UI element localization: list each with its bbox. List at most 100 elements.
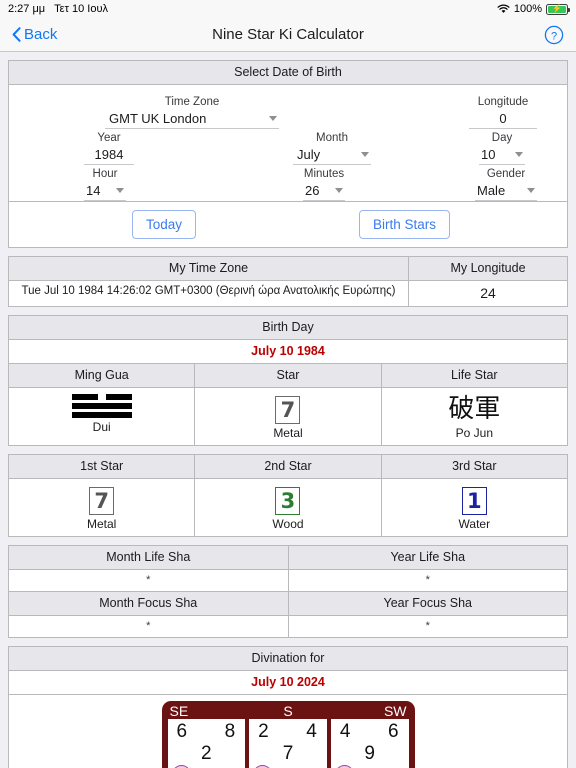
- year-life-sha-header: Year Life Sha: [287, 546, 567, 569]
- longitude-field[interactable]: Longitude 0: [469, 95, 537, 129]
- year-input[interactable]: 1984: [84, 146, 134, 165]
- back-button[interactable]: Back: [12, 26, 57, 43]
- focus-sha-header-row: Month Focus Sha Year Focus Sha: [9, 591, 567, 615]
- birth-stars-button[interactable]: Birth Stars: [359, 210, 451, 239]
- stars-value-row: 7 Metal 3 Wood 1 Water: [9, 478, 567, 536]
- lo-shu-row-top: 6 8 2 4 4 2 4 7 9 9 4 6: [167, 719, 409, 768]
- minutes-value: 26: [305, 183, 320, 198]
- divination-title: Divination for: [9, 647, 567, 671]
- gender-select[interactable]: Male: [475, 182, 537, 201]
- first-star-cell: 7 Metal: [9, 479, 195, 536]
- my-longitude-value: 24: [408, 281, 567, 306]
- cell-top-left-number: 6: [176, 721, 188, 742]
- question-circle-icon[interactable]: ?: [544, 25, 564, 45]
- month-label: Month: [316, 132, 348, 144]
- year-label: Year: [97, 132, 121, 144]
- minutes-label: Minutes: [303, 168, 345, 180]
- ming-gua-header: Ming Gua: [9, 364, 195, 387]
- status-bar: 2:27 μμ Τετ 10 Ιουλ 100% ⚡: [0, 0, 576, 18]
- day-select[interactable]: 10: [479, 146, 525, 165]
- cell-center-number: 2: [201, 743, 212, 764]
- status-bar-date: Τετ 10 Ιουλ: [54, 3, 108, 15]
- hour-select[interactable]: 14: [84, 182, 126, 201]
- first-star-element: Metal: [86, 517, 117, 531]
- first-star-number: 7: [89, 487, 115, 515]
- birth-star-element: Metal: [273, 426, 303, 440]
- minutes-field[interactable]: Minutes 26: [303, 167, 345, 201]
- form-row-timezone: Time Zone GMT UK London Longitude 0: [9, 87, 567, 129]
- focus-sha-value-row: * *: [9, 615, 567, 637]
- battery-percent-label: 100%: [513, 3, 542, 15]
- timezone-select[interactable]: GMT UK London: [105, 110, 279, 129]
- second-star-cell: 3 Wood: [194, 479, 381, 536]
- lo-shu-cell-sw[interactable]: 4 6 9 2 2: [330, 719, 409, 768]
- life-star-name: Po Jun: [455, 426, 493, 440]
- birth-form-title: Select Date of Birth: [9, 61, 567, 85]
- timezone-field[interactable]: Time Zone GMT UK London: [105, 95, 279, 129]
- svg-text:?: ?: [551, 30, 557, 42]
- my-longitude-header: My Longitude: [408, 257, 567, 280]
- life-star-glyph: 破軍: [448, 394, 501, 424]
- chevron-down-icon: [515, 151, 523, 157]
- birth-day-date: July 10 1984: [9, 340, 567, 364]
- hour-field[interactable]: Hour 14: [84, 167, 126, 201]
- day-field[interactable]: Day 10: [479, 131, 525, 165]
- month-field[interactable]: Month July: [293, 131, 371, 165]
- page-content: Select Date of Birth Time Zone GMT UK Lo…: [0, 52, 576, 768]
- birth-day-panel: Birth Day July 10 1984 Ming Gua Star Lif…: [8, 315, 568, 446]
- cell-top-right-number: 6: [387, 721, 399, 742]
- minutes-select[interactable]: 26: [303, 182, 345, 201]
- life-star-cell: 破軍 Po Jun: [380, 388, 567, 445]
- birth-star-cell: 7 Metal: [194, 388, 381, 445]
- month-life-sha-value: *: [9, 570, 288, 591]
- my-timezone-panel: My Time Zone My Longitude Tue Jul 10 198…: [8, 256, 568, 307]
- cell-top-left-number: 4: [339, 721, 351, 742]
- birth-star-number: 7: [275, 396, 301, 424]
- month-select[interactable]: July: [293, 146, 371, 165]
- gender-field[interactable]: Gender Male: [475, 167, 537, 201]
- longitude-input[interactable]: 0: [469, 110, 537, 129]
- third-star-cell: 1 Water: [380, 479, 567, 536]
- birth-form-body: Time Zone GMT UK London Longitude 0 Year…: [9, 85, 567, 247]
- third-star-element: Water: [458, 517, 491, 531]
- direction-label-sw: SW: [383, 703, 407, 719]
- back-button-label: Back: [24, 26, 58, 43]
- cell-top-right-number: 8: [224, 721, 236, 742]
- longitude-value: 0: [499, 111, 507, 126]
- gender-label: Gender: [486, 168, 526, 180]
- second-star-element: Wood: [272, 517, 304, 531]
- year-field[interactable]: Year 1984: [84, 131, 134, 165]
- day-value: 10: [481, 147, 496, 162]
- lo-shu-cell-s[interactable]: 2 4 7 9 9: [249, 719, 327, 768]
- chevron-down-icon: [361, 151, 369, 157]
- today-button[interactable]: Today: [132, 210, 197, 239]
- longitude-label: Longitude: [477, 96, 529, 108]
- chevron-down-icon: [335, 187, 343, 193]
- divination-date: July 10 2024: [9, 671, 567, 695]
- my-timezone-value: Tue Jul 10 1984 14:26:02 GMT+0300 (Θεριν…: [9, 281, 408, 306]
- ming-gua-name: Dui: [92, 420, 111, 434]
- year-life-sha-value: *: [287, 570, 567, 591]
- birth-day-value-row: Dui 7 Metal 破軍 Po Jun: [9, 387, 567, 445]
- cell-top-left-number: 2: [258, 721, 269, 742]
- sha-panel: Month Life Sha Year Life Sha * * Month F…: [8, 545, 568, 638]
- chevron-down-icon: [527, 187, 535, 193]
- year-value: 1984: [94, 147, 124, 162]
- third-star-header: 3rd Star: [380, 455, 567, 478]
- birth-day-header-row: Ming Gua Star Life Star: [9, 364, 567, 387]
- battery-charging-icon: ⚡: [546, 3, 570, 15]
- my-timezone-header-row: My Time Zone My Longitude: [9, 257, 567, 280]
- month-focus-sha-value: *: [9, 616, 288, 637]
- cell-top-right-number: 4: [306, 721, 317, 742]
- lo-shu-container: SE S SW 6 8 2 4 4 2 4 7 9: [9, 695, 567, 768]
- timezone-label: Time Zone: [164, 96, 220, 108]
- year-focus-sha-value: *: [287, 616, 567, 637]
- hour-value: 14: [86, 183, 101, 198]
- birth-form-buttons: Today Birth Stars: [9, 201, 567, 247]
- month-life-sha-header: Month Life Sha: [9, 546, 288, 569]
- direction-label-s: S: [283, 703, 293, 719]
- lo-shu-cell-se[interactable]: 6 8 2 4 4: [167, 719, 246, 768]
- divination-panel: Divination for July 10 2024 SE S SW 6 8 …: [8, 646, 568, 768]
- lo-shu-grid: SE S SW 6 8 2 4 4 2 4 7 9: [161, 701, 415, 768]
- dui-trigram-icon: [71, 394, 132, 418]
